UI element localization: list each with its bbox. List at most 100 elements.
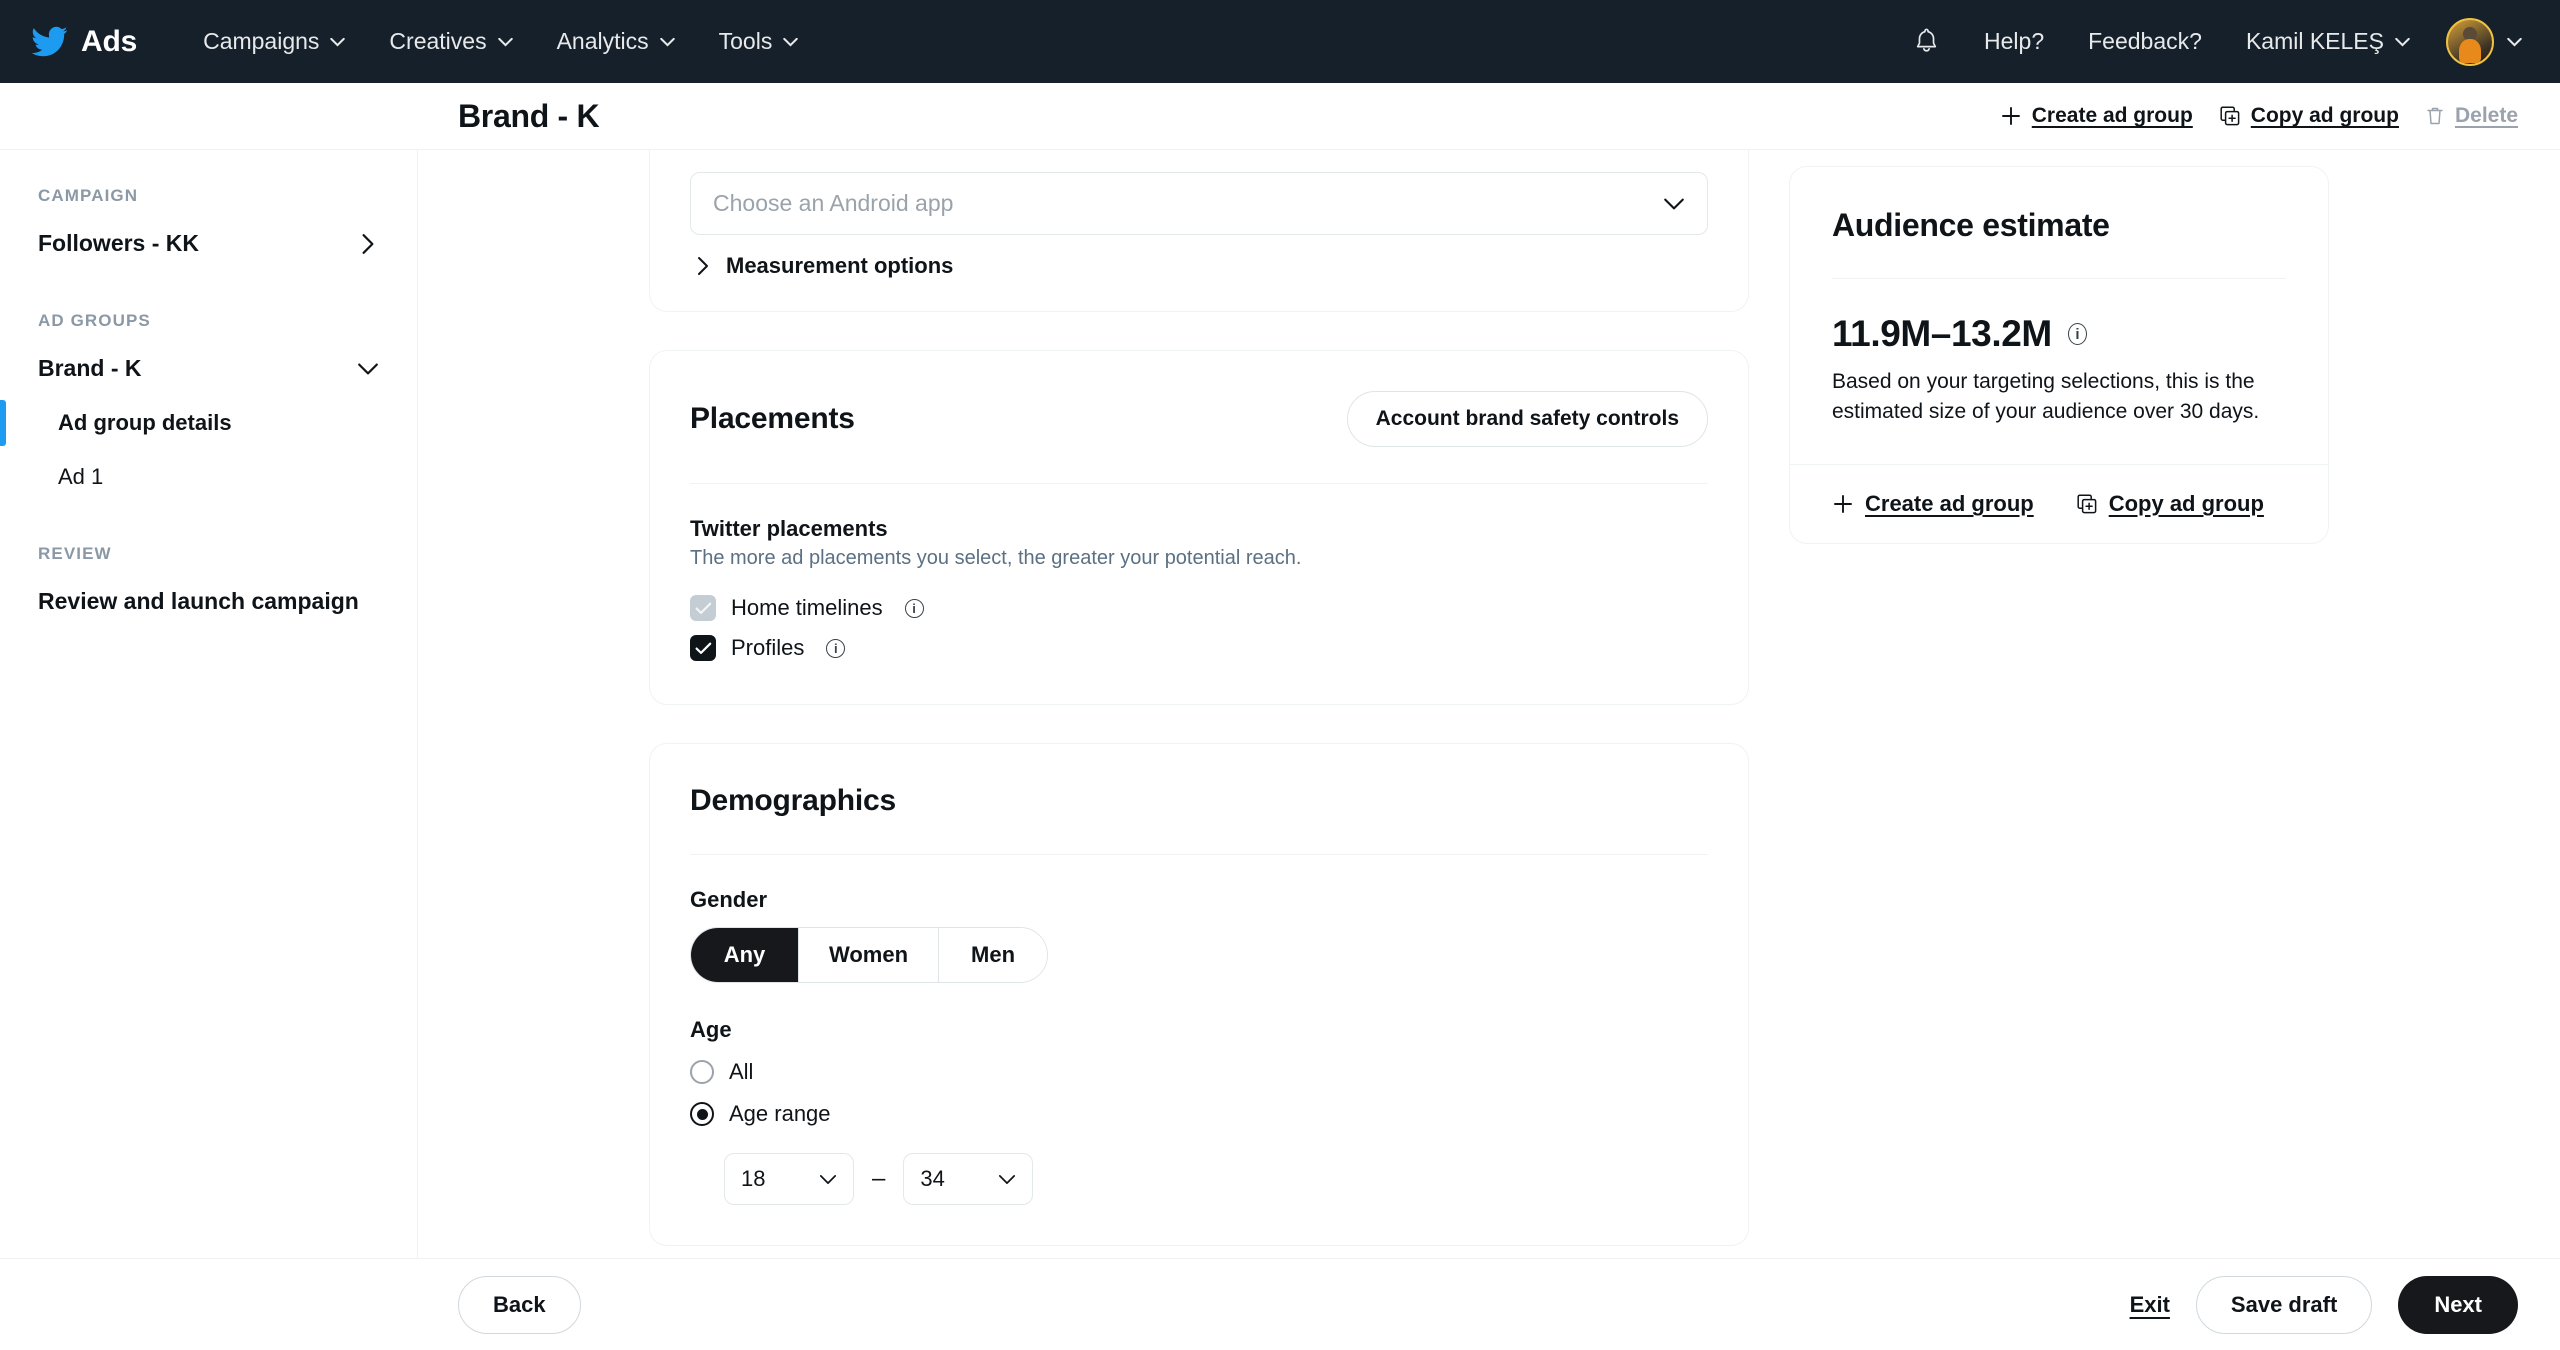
nav-item-label: Campaigns xyxy=(203,28,320,54)
next-button[interactable]: Next xyxy=(2398,1275,2518,1334)
chevron-down-icon xyxy=(659,37,675,47)
bell-icon xyxy=(1916,28,1937,52)
account-name: Kamil KELEŞ xyxy=(2245,28,2384,54)
page-header: Brand - K Create ad group Copy ad group … xyxy=(0,83,2560,150)
create-ad-group-button[interactable]: Create ad group xyxy=(2000,104,2193,128)
info-icon[interactable]: i xyxy=(2067,323,2087,345)
age-option-label: All xyxy=(729,1059,754,1084)
sidebar-section-review: REVIEW xyxy=(38,544,112,563)
sidebar-item-ad-1[interactable]: Ad 1 xyxy=(0,450,417,504)
demographics-body: Gender Any Women Men Age All Age range 1… xyxy=(650,855,1748,1245)
age-range-row: 18 – 34 xyxy=(690,1135,1708,1205)
gender-option-women[interactable]: Women xyxy=(799,928,940,982)
age-from-select[interactable]: 18 xyxy=(724,1153,854,1205)
main-nav-items: Campaigns Creatives Analytics Tools xyxy=(181,18,820,65)
chevron-down-icon xyxy=(2507,37,2522,47)
age-option-all[interactable]: All xyxy=(690,1051,1708,1093)
back-button[interactable]: Back xyxy=(458,1275,581,1334)
app-card-body: Choose an Android app Measurement option… xyxy=(650,150,1748,311)
header-actions: Create ad group Copy ad group Delete xyxy=(1974,104,2518,128)
header-action-label: Create ad group xyxy=(2031,104,2193,127)
footer-right-group: Exit Save draft Next xyxy=(2130,1275,2518,1334)
placement-label: Home timelines xyxy=(731,595,883,620)
chevron-down-icon xyxy=(2395,37,2410,47)
check-icon xyxy=(695,602,711,614)
radio-all[interactable] xyxy=(690,1060,714,1084)
demographics-title: Demographics xyxy=(690,784,896,817)
account-brand-safety-controls-button[interactable]: Account brand safety controls xyxy=(1346,391,1708,447)
audience-link-label: Create ad group xyxy=(1865,490,2034,516)
audience-estimate-description: Based on your targeting selections, this… xyxy=(1832,370,2260,424)
age-to-value: 34 xyxy=(920,1166,945,1191)
android-app-select[interactable]: Choose an Android app xyxy=(690,172,1708,235)
sidebar-item-ad-group-details[interactable]: Ad group details xyxy=(0,396,417,450)
chevron-right-icon xyxy=(362,233,374,254)
nav-item-creatives[interactable]: Creatives xyxy=(367,18,534,65)
audience-estimate-title: Audience estimate xyxy=(1832,207,2110,243)
measurement-options-toggle[interactable]: Measurement options xyxy=(690,235,1708,279)
brand-logo[interactable]: Ads xyxy=(30,23,137,61)
sidebar-item-label: Followers - KK xyxy=(38,230,200,256)
sidebar-subitem-label: Ad 1 xyxy=(58,464,104,489)
exit-link[interactable]: Exit xyxy=(2130,1292,2170,1318)
copy-ad-group-link[interactable]: Copy ad group xyxy=(2076,491,2264,517)
age-option-range[interactable]: Age range xyxy=(690,1093,1708,1135)
sidebar-item-label: Review and launch campaign xyxy=(38,588,359,614)
twitter-bird-icon xyxy=(31,26,68,56)
copy-icon xyxy=(2220,106,2240,126)
nav-item-campaigns[interactable]: Campaigns xyxy=(181,18,367,65)
account-menu[interactable]: Kamil KELEŞ xyxy=(2224,18,2432,65)
info-icon[interactable]: i xyxy=(904,598,924,618)
placement-label: Profiles xyxy=(731,635,805,660)
sidebar-item-ad-group[interactable]: Brand - K xyxy=(0,341,417,396)
gender-segmented-control: Any Women Men xyxy=(690,927,1049,983)
feedback-link[interactable]: Feedback? xyxy=(2066,18,2224,65)
gender-option-men[interactable]: Men xyxy=(939,928,1048,982)
gender-label: Gender xyxy=(690,887,768,912)
age-label: Age xyxy=(690,1017,732,1042)
chevron-down-icon xyxy=(497,37,513,47)
placement-option-home-timelines[interactable]: Home timelines i xyxy=(690,588,1708,628)
sidebar-section-campaign: CAMPAIGN xyxy=(38,186,139,205)
nav-item-label: Analytics xyxy=(556,28,649,54)
age-to-select[interactable]: 34 xyxy=(903,1153,1034,1205)
nav-right-group: Help? Feedback? Kamil KELEŞ xyxy=(1891,17,2522,66)
audience-link-label: Copy ad group xyxy=(2108,490,2264,516)
nav-item-label: Tools xyxy=(718,28,773,54)
page-body: CAMPAIGN Followers - KK AD GROUPS Brand … xyxy=(0,150,2560,1258)
nav-item-analytics[interactable]: Analytics xyxy=(535,18,697,65)
divider xyxy=(1832,278,2286,279)
main-content: Choose an Android app Measurement option… xyxy=(418,150,2560,1258)
top-navigation-bar: Ads Campaigns Creatives Analytics Tools xyxy=(0,0,2560,83)
radio-age-range[interactable] xyxy=(690,1102,714,1126)
plus-icon xyxy=(2001,107,2020,125)
create-ad-group-link[interactable]: Create ad group xyxy=(1832,491,2034,517)
audience-estimate-footer: Create ad group Copy ad group xyxy=(1790,463,2328,543)
audience-estimate-body: Audience estimate 11.9M–13.2M i Based on… xyxy=(1790,167,2328,464)
measurement-options-label: Measurement options xyxy=(726,253,954,278)
info-icon[interactable]: i xyxy=(826,638,846,658)
audience-estimate-value: 11.9M–13.2M xyxy=(1832,313,2052,354)
sidebar-item-label: Brand - K xyxy=(38,355,142,381)
checkbox-home-timelines[interactable] xyxy=(690,595,716,621)
chevron-down-icon xyxy=(330,37,346,47)
sidebar-item-campaign[interactable]: Followers - KK xyxy=(0,216,417,271)
help-link[interactable]: Help? xyxy=(1962,18,2066,65)
gender-option-any[interactable]: Any xyxy=(691,928,799,982)
save-draft-button[interactable]: Save draft xyxy=(2195,1275,2373,1334)
delete-button[interactable]: Delete xyxy=(2425,104,2518,128)
checkbox-profiles[interactable] xyxy=(690,635,716,661)
copy-ad-group-button[interactable]: Copy ad group xyxy=(2219,104,2399,128)
avatar-menu[interactable] xyxy=(2432,17,2522,66)
sidebar-item-review-launch[interactable]: Review and launch campaign xyxy=(0,574,417,629)
ads-manager-app: Ads Campaigns Creatives Analytics Tools xyxy=(0,0,2560,1350)
audience-estimate-value-row: 11.9M–13.2M i xyxy=(1832,313,2286,355)
app-selection-card: Choose an Android app Measurement option… xyxy=(649,150,1749,312)
nav-item-tools[interactable]: Tools xyxy=(697,18,821,65)
sidebar-section-ad-groups: AD GROUPS xyxy=(38,311,151,330)
placement-option-profiles[interactable]: Profiles i xyxy=(690,628,1708,668)
chevron-down-icon xyxy=(999,1174,1016,1184)
notifications-button[interactable] xyxy=(1891,19,1962,64)
